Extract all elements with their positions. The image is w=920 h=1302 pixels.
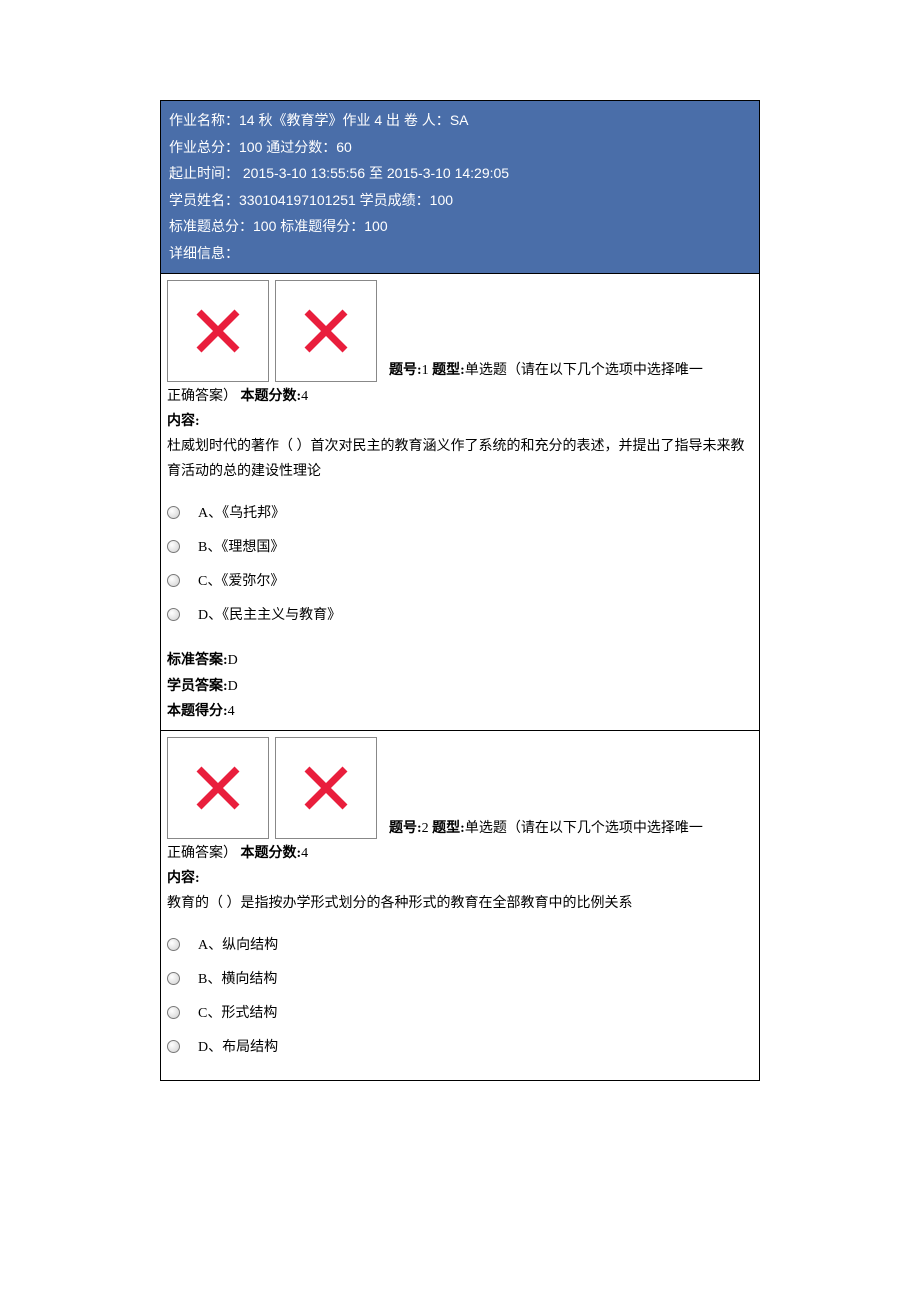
question-content: 内容: 杜威划时代的著作（ ）首次对民主的教育涵义作了系统的和充分的表述，并提出… [161,409,759,485]
option-b[interactable]: B、横向结构 [167,968,753,988]
option-label: C、形式结构 [198,1002,277,1022]
options-list: A、纵向结构 B、横向结构 C、形式结构 D、布局结构 [161,916,759,1080]
option-label: B、横向结构 [198,968,277,988]
header-line-1: 作业名称：14 秋《教育学》作业 4 出 卷 人：SA [169,107,751,134]
image-row: 题号:1 题型:单选题（请在以下几个选项中选择唯一 [161,274,759,384]
qtype-label: 题型: [429,363,465,378]
question-block-1: 题号:1 题型:单选题（请在以下几个选项中选择唯一 正确答案） 本题分数:4 内… [161,273,759,730]
radio-icon [167,540,180,553]
option-d[interactable]: D、《民主主义与教育》 [167,604,753,624]
hw-name-value: 14 秋《教育学》作业 4 [239,112,382,128]
qtype-text-part2: 正确答案） [167,846,237,861]
assignment-header: 作业名称：14 秋《教育学》作业 4 出 卷 人：SA 作业总分：100 通过分… [161,101,759,273]
qtype-text-part1: 单选题（请在以下几个选项中选择唯一 [465,363,703,378]
question-meta-inline: 题号:1 题型:单选题（请在以下几个选项中选择唯一 [383,358,709,383]
std-ans: D [228,653,238,668]
options-list: A、《乌托邦》 B、《理想国》 C、《爱弥尔》 D、《民主主义与教育》 [161,484,759,648]
qnum: 2 [422,821,429,836]
content-text: 杜威划时代的著作（ ）首次对民主的教育涵义作了系统的和充分的表述，并提出了指导未… [167,434,753,484]
qnum: 1 [422,363,429,378]
radio-icon [167,938,180,951]
option-a[interactable]: A、《乌托邦》 [167,502,753,522]
option-d[interactable]: D、布局结构 [167,1036,753,1056]
qscore-label: 本题分数: [237,389,301,404]
header-line-2: 作业总分：100 通过分数：60 [169,134,751,161]
answers-block: 标准答案:D 学员答案:D 本题得分:4 [161,648,759,730]
broken-image-icon [275,737,377,839]
got-score: 4 [228,704,235,719]
qscore-label: 本题分数: [237,846,301,861]
question-content: 内容: 教育的（ ）是指按办学形式划分的各种形式的教育在全部教育中的比例关系 [161,866,759,916]
radio-icon [167,506,180,519]
option-label: B、《理想国》 [198,536,284,556]
header-line-6: 详细信息： [169,240,751,267]
author-label: 出 卷 人： [382,112,450,128]
header-line-3: 起止时间： 2015-3-10 13:55:56 至 2015-3-10 14:… [169,160,751,187]
radio-icon [167,1040,180,1053]
assignment-container: 作业名称：14 秋《教育学》作业 4 出 卷 人：SA 作业总分：100 通过分… [160,100,760,1081]
stu-ans-label: 学员答案: [167,679,228,694]
qscore: 4 [301,846,308,861]
option-c[interactable]: C、《爱弥尔》 [167,570,753,590]
qscore: 4 [301,389,308,404]
radio-icon [167,1006,180,1019]
qtype-text-part1: 单选题（请在以下几个选项中选择唯一 [465,821,703,836]
question-meta-inline: 题号:2 题型:单选题（请在以下几个选项中选择唯一 [383,816,709,841]
option-c[interactable]: C、形式结构 [167,1002,753,1022]
question-meta-wrap: 正确答案） 本题分数:4 [161,841,759,866]
option-label: D、《民主主义与教育》 [198,604,341,624]
content-label: 内容: [167,409,753,434]
qnum-label: 题号: [389,363,422,378]
radio-icon [167,608,180,621]
broken-image-icon [167,737,269,839]
option-label: A、《乌托邦》 [198,502,285,522]
hw-name-label: 作业名称： [169,112,239,128]
stu-ans: D [228,679,238,694]
std-ans-label: 标准答案: [167,653,228,668]
option-label: D、布局结构 [198,1036,278,1056]
content-text: 教育的（ ）是指按办学形式划分的各种形式的教育在全部教育中的比例关系 [167,891,753,916]
got-label: 本题得分: [167,704,228,719]
option-b[interactable]: B、《理想国》 [167,536,753,556]
author-value: SA [450,112,469,128]
option-label: C、《爱弥尔》 [198,570,284,590]
qtype-text-part2: 正确答案） [167,389,237,404]
radio-icon [167,574,180,587]
header-line-5: 标准题总分：100 标准题得分：100 [169,213,751,240]
content-label: 内容: [167,866,753,891]
image-row: 题号:2 题型:单选题（请在以下几个选项中选择唯一 [161,731,759,841]
broken-image-icon [275,280,377,382]
question-block-2: 题号:2 题型:单选题（请在以下几个选项中选择唯一 正确答案） 本题分数:4 内… [161,730,759,1081]
qtype-label: 题型: [429,821,465,836]
option-a[interactable]: A、纵向结构 [167,934,753,954]
header-line-4: 学员姓名：330104197101251 学员成绩：100 [169,187,751,214]
question-meta-wrap: 正确答案） 本题分数:4 [161,384,759,409]
radio-icon [167,972,180,985]
option-label: A、纵向结构 [198,934,278,954]
broken-image-icon [167,280,269,382]
qnum-label: 题号: [389,821,422,836]
